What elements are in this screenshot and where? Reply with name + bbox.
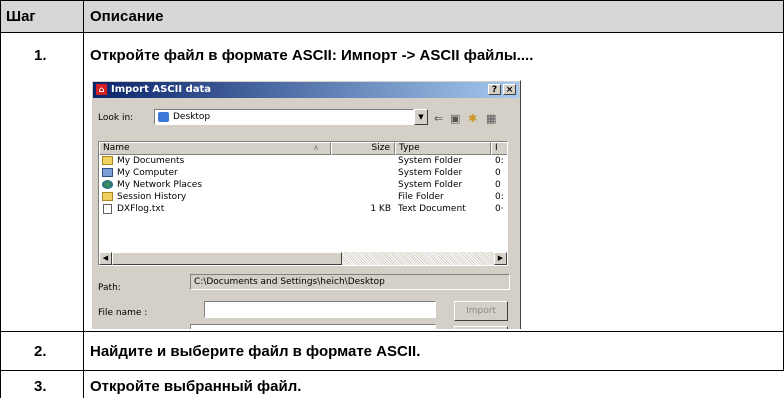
cancel-button[interactable]	[454, 326, 508, 329]
table-row-divider	[0, 370, 784, 371]
path-label: Path:	[98, 283, 121, 293]
new-folder-icon[interactable]: ✱	[468, 112, 477, 125]
help-button[interactable]: ?	[488, 84, 501, 95]
table-border-top	[0, 0, 784, 1]
close-button[interactable]: ×	[503, 84, 516, 95]
table-border-left	[0, 0, 1, 398]
look-in-select[interactable]: Desktop	[154, 109, 414, 125]
column-header-description: Описание	[90, 8, 164, 25]
list-item[interactable]: My Documents System Folder 0:	[99, 155, 507, 167]
desktop-icon	[158, 112, 169, 122]
scroll-right-icon[interactable]: ▶	[494, 252, 507, 265]
step-description: Откройте выбранный файл.	[90, 378, 302, 395]
step-number: 1.	[34, 47, 47, 64]
look-in-dropdown[interactable]: ▼	[414, 109, 428, 125]
file-name-input[interactable]	[204, 301, 436, 318]
document-page: Шаг Описание 1. Откройте файл в формате …	[0, 0, 784, 398]
chevron-down-icon: ▼	[414, 109, 428, 125]
text-file-icon	[103, 204, 112, 214]
up-folder-icon[interactable]: ▣	[450, 112, 460, 125]
list-item[interactable]: My Network Places System Folder 0	[99, 179, 507, 191]
step-number: 3.	[34, 378, 47, 395]
table-column-divider	[83, 0, 84, 398]
column-header-step: Шаг	[6, 8, 36, 25]
step-description: Найдите и выберите файл в формате ASCII.	[90, 343, 421, 360]
file-type-select[interactable]	[190, 324, 436, 329]
column-name[interactable]: Name	[99, 142, 331, 155]
table-header-divider	[0, 32, 784, 33]
network-icon	[102, 180, 113, 189]
folder-icon	[102, 192, 113, 201]
scroll-left-icon[interactable]: ◀	[99, 252, 112, 265]
app-icon: ⌂	[96, 84, 107, 95]
look-in-value: Desktop	[173, 112, 211, 122]
path-field: C:\Documents and Settings\heich\Desktop	[190, 274, 510, 290]
computer-icon	[102, 168, 113, 177]
dialog-title: Import ASCII data	[111, 84, 211, 95]
scrollbar-thumb[interactable]	[112, 252, 342, 265]
list-item[interactable]: DXFlog.txt 1 KB Text Document 0·	[99, 203, 507, 215]
file-list[interactable]: Name ∧ Size Type I My Documents System F…	[98, 141, 508, 266]
step-description: Откройте файл в формате ASCII: Импорт ->…	[90, 47, 534, 64]
look-in-label: Look in:	[98, 113, 134, 123]
view-menu-icon[interactable]: ▦	[486, 112, 496, 125]
list-item[interactable]: My Computer System Folder 0	[99, 167, 507, 179]
table-row-divider	[0, 331, 784, 332]
import-button[interactable]: Import	[454, 301, 508, 321]
file-name-label: File name :	[98, 308, 148, 318]
import-ascii-dialog: ⌂ Import ASCII data ? × Look in: Desktop…	[91, 80, 521, 329]
list-item[interactable]: Session History File Folder 0:	[99, 191, 507, 203]
column-size[interactable]: Size	[331, 142, 395, 155]
step-number: 2.	[34, 343, 47, 360]
horizontal-scrollbar[interactable]: ◀ ▶	[99, 252, 507, 265]
sort-arrow-icon: ∧	[313, 143, 319, 152]
column-type[interactable]: Type	[395, 142, 491, 155]
folder-icon	[102, 156, 113, 165]
back-icon[interactable]: ⇐	[434, 112, 443, 125]
column-more[interactable]: I	[491, 142, 507, 155]
dialog-titlebar: ⌂ Import ASCII data ? ×	[93, 82, 519, 98]
